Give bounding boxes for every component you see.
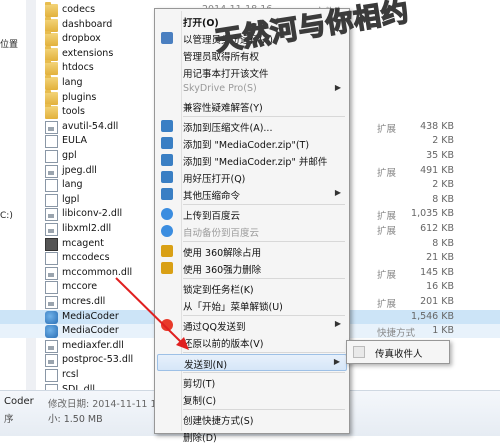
annotation-arrow bbox=[115, 277, 189, 350]
annotation-arrow-line bbox=[115, 277, 183, 344]
